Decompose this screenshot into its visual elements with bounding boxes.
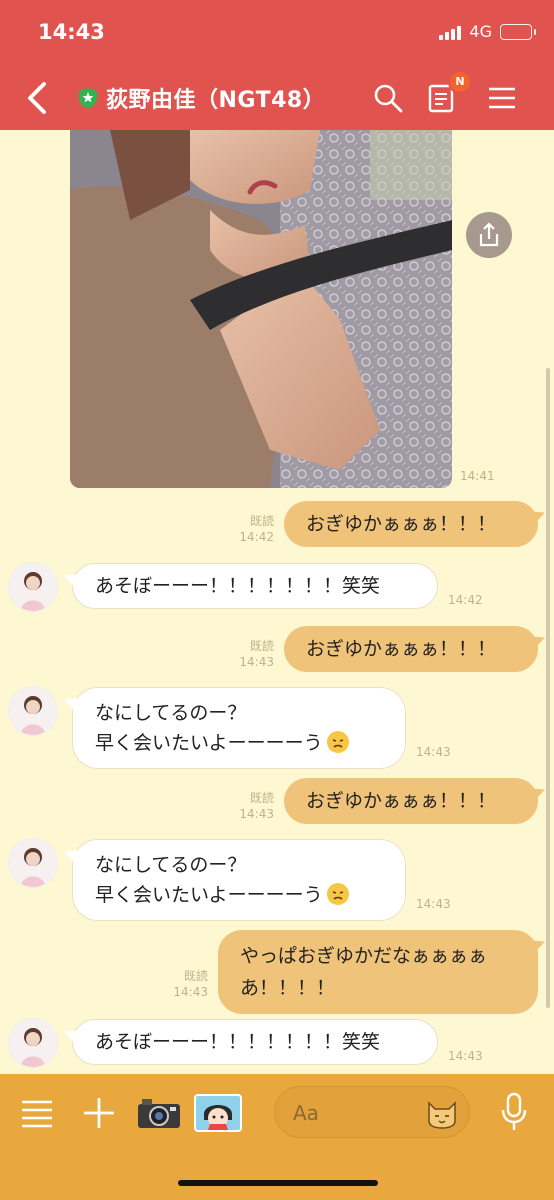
read-receipt: 既読: [249, 514, 274, 528]
camera-icon[interactable]: [136, 1096, 182, 1130]
avatar[interactable]: [8, 562, 58, 612]
message-time: 14:43: [239, 807, 274, 821]
message-meta: 既読 14:43: [236, 638, 274, 670]
outgoing-message[interactable]: おぎゆかぁぁぁ！！！: [284, 501, 538, 547]
avatar-image: [9, 1019, 57, 1067]
photo-image: [70, 130, 452, 488]
outgoing-message[interactable]: やっぱおぎゆかだなぁぁぁぁ あ！！！！: [218, 930, 538, 1014]
list-icon[interactable]: [20, 1098, 54, 1128]
header-bar: 14:43 4G 荻野由佳（NGT48） N: [0, 0, 554, 130]
search-icon[interactable]: [372, 82, 404, 114]
message-time: 14:43: [416, 897, 451, 911]
read-receipt: 既読: [249, 791, 274, 805]
sad-face-emoji: [326, 882, 349, 905]
plus-icon[interactable]: [82, 1096, 116, 1130]
incoming-message[interactable]: なにしてるのー？ 早く会いたいよーーーーう: [72, 687, 406, 769]
emoji-cat-icon[interactable]: [425, 1097, 459, 1129]
read-receipt: 既読: [249, 639, 274, 653]
message-line: 早く会いたいよーーーーう: [95, 732, 323, 754]
message-line: あ！！！！: [240, 977, 336, 999]
message-time: 14:43: [173, 985, 208, 999]
outgoing-message[interactable]: おぎゆかぁぁぁ！！！: [284, 778, 538, 824]
status-time: 14:43: [38, 20, 105, 44]
share-icon[interactable]: [466, 212, 512, 258]
photo-timestamp: 14:41: [460, 469, 495, 483]
chat-title[interactable]: 荻野由佳（NGT48）: [78, 82, 325, 114]
incoming-message[interactable]: なにしてるのー？ 早く会いたいよーーーーう: [72, 839, 406, 921]
avatar[interactable]: [8, 838, 58, 888]
menu-icon[interactable]: [486, 82, 518, 114]
read-receipt: 既読: [183, 969, 208, 983]
message-time: 14:43: [239, 655, 274, 669]
home-indicator[interactable]: [178, 1180, 378, 1186]
message-input[interactable]: [291, 1097, 425, 1129]
sad-face-emoji: [326, 730, 349, 753]
sticker-icon[interactable]: [194, 1094, 242, 1132]
incoming-message[interactable]: あそぼーーー！！！！！！！笑笑: [72, 563, 438, 609]
avatar[interactable]: [8, 1018, 58, 1068]
message-line: やっぱおぎゆかだなぁぁぁぁ: [240, 945, 488, 967]
battery-icon: [500, 23, 536, 40]
message-meta: 既読 14:43: [170, 968, 208, 1000]
message-time: 14:42: [448, 593, 483, 607]
avatar-image: [9, 687, 57, 735]
message-line: 早く会いたいよーーーーう: [95, 884, 323, 906]
message-line: なにしてるのー？: [95, 702, 247, 724]
message-meta: 既読 14:43: [236, 790, 274, 822]
chat-title-text: 荻野由佳（NGT48）: [106, 88, 326, 113]
shared-photo[interactable]: [70, 130, 452, 488]
shield-star-icon: [79, 88, 97, 108]
signal-icon: [439, 24, 462, 40]
network-label: 4G: [469, 22, 492, 41]
chat-scrollbar[interactable]: [546, 368, 550, 1008]
avatar-image: [9, 839, 57, 887]
message-meta: 既読 14:42: [236, 513, 274, 545]
message-line: なにしてるのー？: [95, 854, 247, 876]
microphone-icon[interactable]: [500, 1092, 528, 1132]
outgoing-message[interactable]: おぎゆかぁぁぁ！！！: [284, 626, 538, 672]
status-indicators: 4G: [439, 22, 536, 41]
avatar-image: [9, 563, 57, 611]
message-time: 14:43: [416, 745, 451, 759]
notes-badge: N: [448, 70, 472, 94]
message-input-box[interactable]: [274, 1086, 470, 1138]
back-chevron-icon[interactable]: [22, 80, 54, 116]
incoming-message[interactable]: あそぼーーー！！！！！！！笑笑: [72, 1019, 438, 1065]
avatar[interactable]: [8, 686, 58, 736]
message-time: 14:43: [448, 1049, 483, 1063]
message-time: 14:42: [239, 530, 274, 544]
